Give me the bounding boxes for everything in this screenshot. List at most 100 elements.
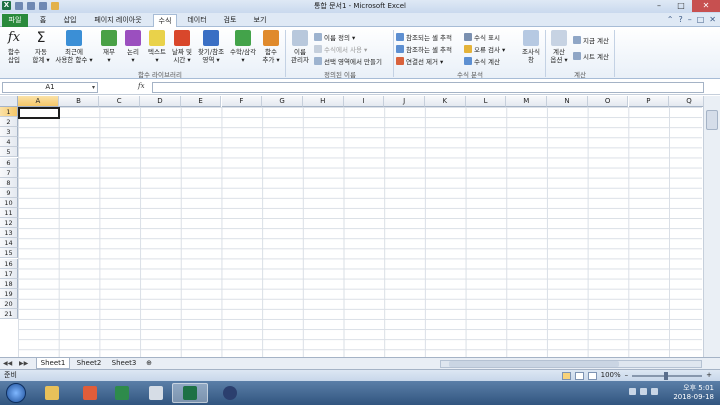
row-header-19[interactable]: 19 (0, 288, 18, 299)
column-header-a[interactable]: A (18, 96, 59, 107)
calculate-sheet-button[interactable]: 시트 계산 (573, 51, 609, 61)
lookup-reference-button[interactable]: 찾기/참조 영역 ▾ (196, 30, 226, 64)
math-trig-button[interactable]: 수학/삼각 ▾ (228, 30, 258, 64)
recently-used-button[interactable]: 최근에 사용한 함수 ▾ (54, 30, 94, 64)
vertical-scroll-thumb[interactable] (706, 110, 718, 130)
sheet-tab-1[interactable]: Sheet1 (36, 358, 70, 369)
taskbar-app[interactable] (212, 383, 248, 403)
row-header-5[interactable]: 5 (0, 147, 18, 158)
row-header-15[interactable]: 15 (0, 248, 18, 259)
column-header-c[interactable]: C (99, 96, 141, 107)
create-from-selection-button[interactable]: 선택 영역에서 만들기 (314, 56, 382, 66)
row-header-17[interactable]: 17 (0, 268, 18, 279)
calculation-options-button[interactable]: 계산 옵션 ▾ (548, 30, 570, 64)
first-sheet-arrow-icon[interactable]: ◀◀ (3, 360, 12, 367)
insert-sheet-icon[interactable]: ⊕ (142, 358, 156, 369)
workbook-close-icon[interactable]: ✕ (709, 15, 716, 24)
more-functions-button[interactable]: 함수 추가 ▾ (260, 30, 282, 64)
taskbar-excel-pinned[interactable] (104, 383, 140, 403)
tab-data[interactable]: 데이터 (182, 14, 212, 27)
column-header-k[interactable]: K (425, 96, 466, 107)
zoom-in-icon[interactable]: + (706, 370, 712, 381)
row-header-9[interactable]: 9 (0, 187, 18, 198)
name-manager-button[interactable]: 이름 관리자 (288, 30, 312, 64)
column-header-j[interactable]: J (384, 96, 425, 107)
row-header-1[interactable]: 1 (0, 107, 18, 118)
start-button[interactable] (6, 383, 26, 403)
column-header-e[interactable]: E (180, 96, 222, 107)
row-header-14[interactable]: 14 (0, 238, 18, 249)
row-header-2[interactable]: 2 (0, 117, 18, 128)
row-header-7[interactable]: 7 (0, 167, 18, 178)
tab-page-layout[interactable]: 페이지 레이아웃 (88, 14, 148, 27)
trace-dependents-button[interactable]: 참조하는 셀 추적 (396, 44, 452, 54)
horizontal-scrollbar[interactable] (440, 360, 702, 368)
tab-home[interactable]: 홈 (34, 14, 52, 27)
taskbar-explorer[interactable] (34, 383, 70, 403)
row-header-12[interactable]: 12 (0, 218, 18, 229)
maximize-button[interactable]: □ (670, 0, 692, 12)
financial-button[interactable]: 재무 ▾ (98, 30, 120, 64)
date-time-button[interactable]: 날짜 및 시간 ▾ (170, 30, 194, 64)
ribbon-minimize-icon[interactable]: ⌃ (667, 15, 674, 24)
show-formulas-button[interactable]: 수식 표시 (464, 32, 500, 42)
column-header-l[interactable]: L (465, 96, 507, 107)
column-header-b[interactable]: B (58, 96, 100, 107)
autosum-button[interactable]: Σ 자동 합계 ▾ (30, 30, 52, 64)
fx-insert-function-icon[interactable]: fx (138, 82, 145, 90)
text-functions-button[interactable]: 텍스트 ▾ (144, 30, 170, 64)
tab-file[interactable]: 파일 (2, 14, 28, 27)
column-header-h[interactable]: H (302, 96, 344, 107)
row-header-18[interactable]: 18 (0, 278, 18, 289)
active-cell[interactable] (18, 107, 60, 119)
cell-grid[interactable] (18, 107, 702, 357)
minimize-button[interactable]: – (648, 0, 670, 12)
taskbar-media[interactable] (72, 383, 108, 403)
workbook-minimize-icon[interactable]: – (688, 15, 692, 24)
zoom-level[interactable]: 100% (601, 370, 621, 381)
tab-formulas[interactable]: 수식 (153, 14, 177, 28)
tab-review[interactable]: 검토 (218, 14, 242, 27)
column-header-f[interactable]: F (221, 96, 263, 107)
workbook-restore-icon[interactable]: □ (697, 15, 705, 24)
clock[interactable]: 오후 5:01 2018-09-18 (673, 384, 714, 402)
trace-precedents-button[interactable]: 참조되는 셀 추적 (396, 32, 452, 42)
column-header-i[interactable]: I (343, 96, 385, 107)
define-name-button[interactable]: 이름 정의 ▾ (314, 32, 355, 42)
column-header-n[interactable]: N (547, 96, 588, 107)
column-header-d[interactable]: D (140, 96, 181, 107)
row-header-6[interactable]: 6 (0, 157, 18, 168)
calculate-now-button[interactable]: 지금 계산 (573, 35, 609, 45)
chevron-down-icon[interactable]: ▾ (92, 83, 95, 92)
column-header-p[interactable]: P (628, 96, 670, 107)
logical-button[interactable]: 논리 ▾ (122, 30, 144, 64)
page-layout-view-icon[interactable] (574, 371, 584, 380)
error-checking-button[interactable]: 오류 검사 ▾ (464, 44, 505, 54)
remove-arrows-button[interactable]: 연결선 제거 ▾ (396, 56, 443, 66)
use-in-formula-button[interactable]: 수식에서 사용 ▾ (314, 44, 367, 54)
volume-icon[interactable] (651, 388, 658, 395)
sheet-tab-2[interactable]: Sheet2 (72, 358, 106, 369)
tab-view[interactable]: 보기 (248, 14, 272, 27)
taskbar-excel-active[interactable] (172, 383, 208, 403)
normal-view-icon[interactable] (561, 371, 571, 380)
select-all-corner[interactable] (0, 96, 18, 107)
column-header-o[interactable]: O (587, 96, 629, 107)
row-header-4[interactable]: 4 (0, 137, 18, 148)
zoom-slider[interactable] (632, 371, 703, 380)
row-header-11[interactable]: 11 (0, 208, 18, 219)
sheet-tab-3[interactable]: Sheet3 (107, 358, 141, 369)
horizontal-scroll-thumb[interactable] (449, 361, 619, 367)
column-header-m[interactable]: M (506, 96, 548, 107)
tray-icon[interactable] (640, 388, 647, 395)
taskbar-calculator[interactable] (138, 383, 174, 403)
column-header-g[interactable]: G (262, 96, 303, 107)
row-header-20[interactable]: 20 (0, 298, 18, 309)
formula-input[interactable] (152, 82, 704, 93)
row-header-10[interactable]: 10 (0, 197, 18, 208)
page-break-view-icon[interactable] (587, 371, 597, 380)
evaluate-formula-button[interactable]: 수식 계산 (464, 56, 500, 66)
next-sheet-arrow-icon[interactable]: ▶▶ (19, 360, 28, 367)
name-box[interactable]: A1 ▾ (2, 82, 98, 93)
row-header-16[interactable]: 16 (0, 258, 18, 269)
